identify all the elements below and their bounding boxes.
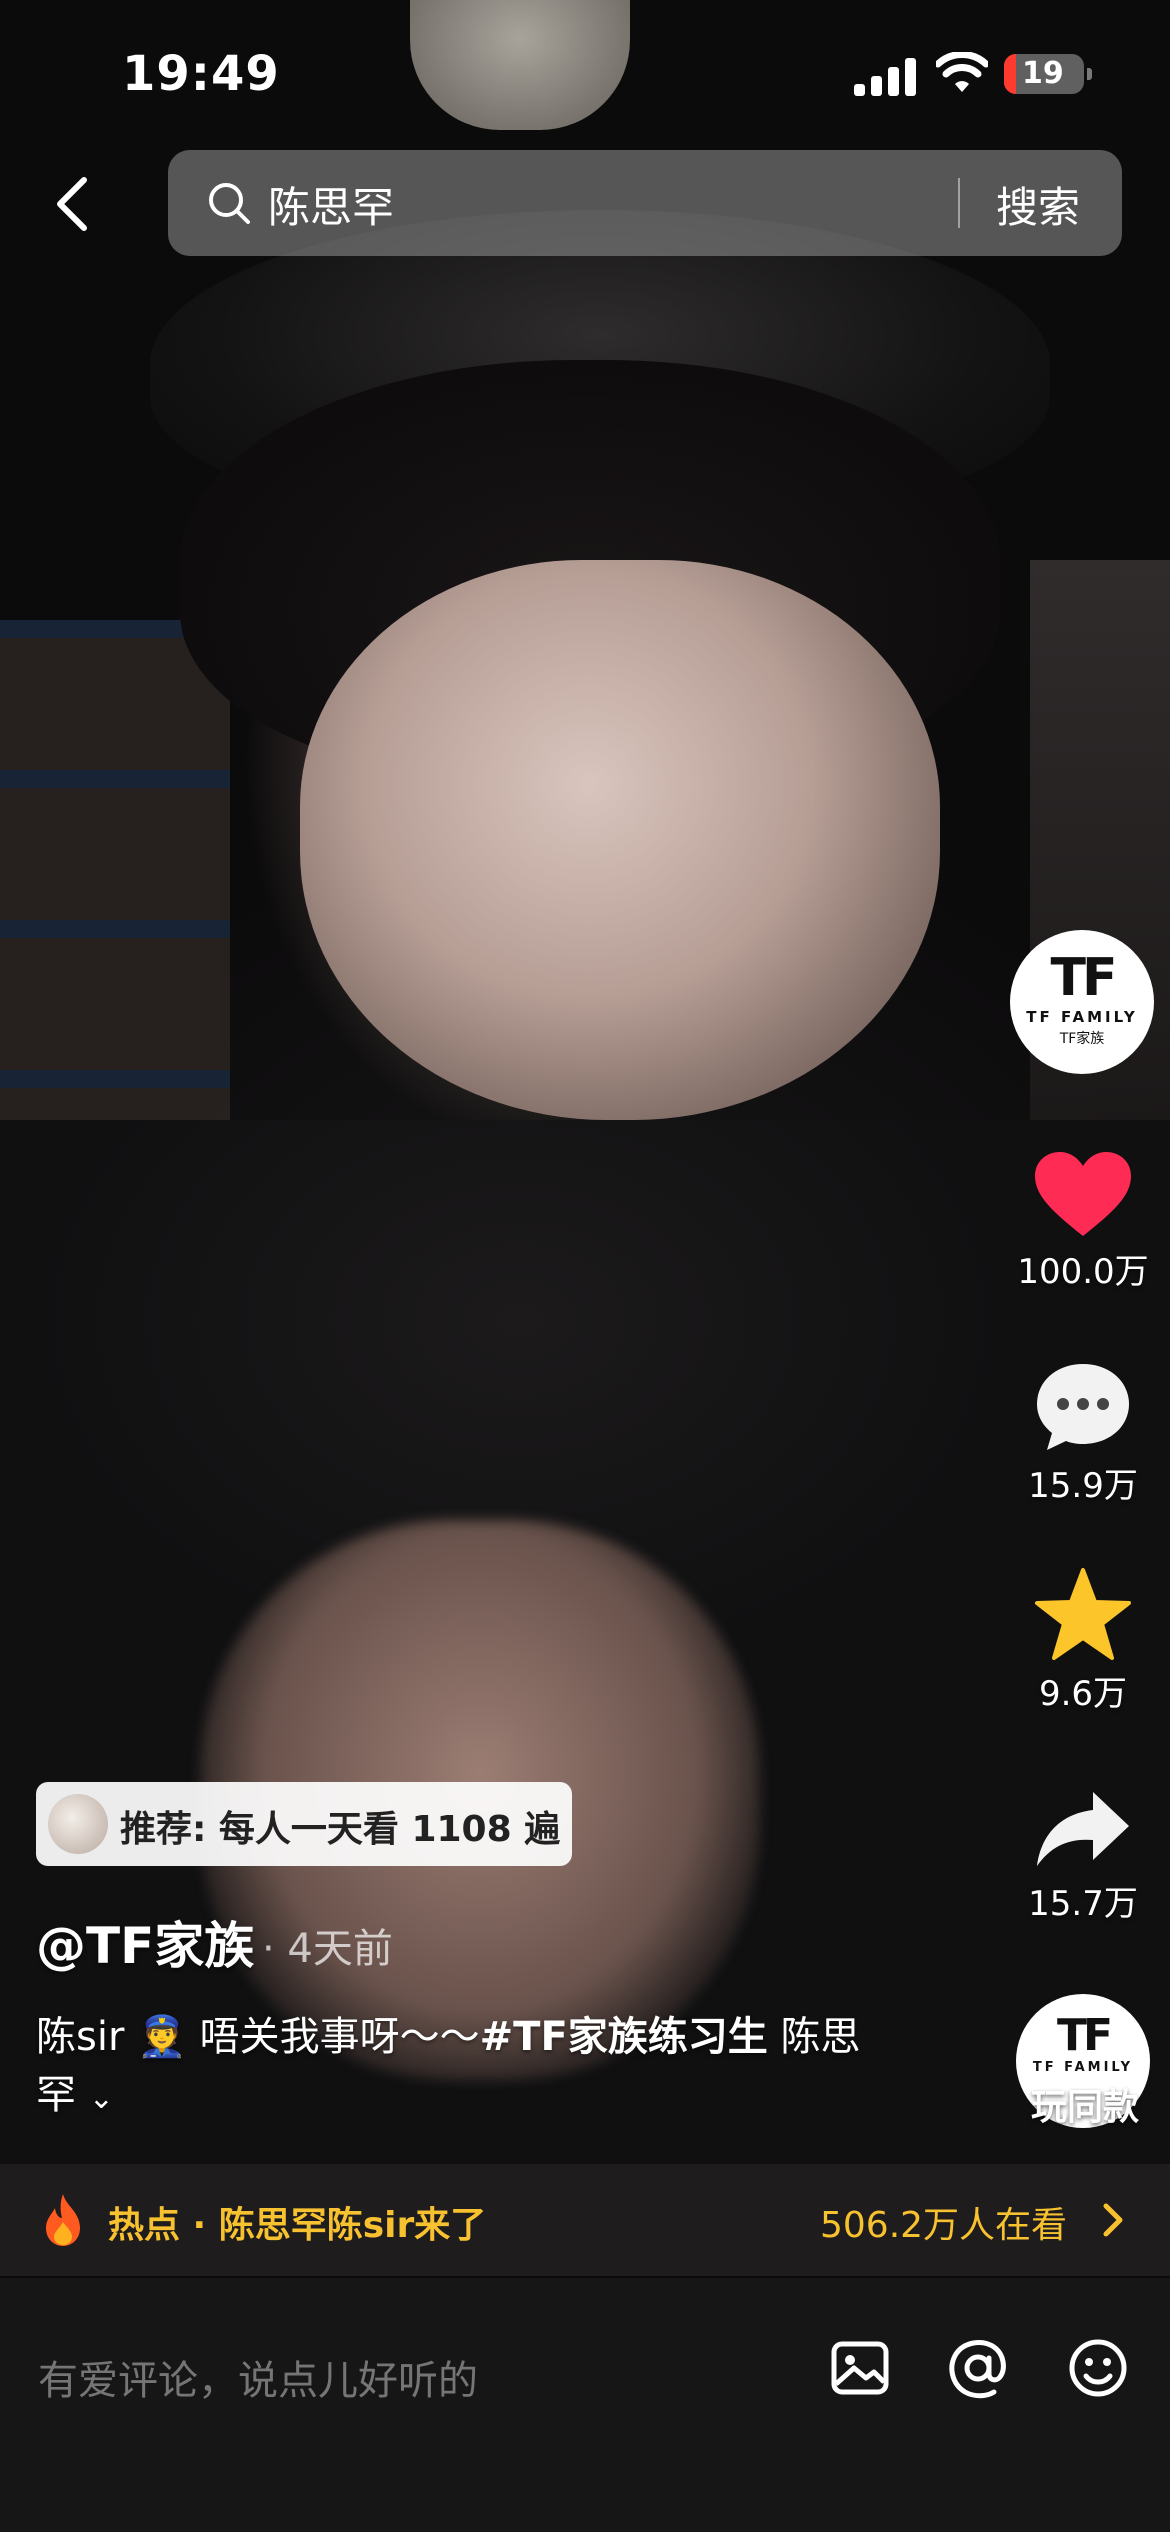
- like-button[interactable]: 100.0万: [998, 1150, 1168, 1293]
- creator-logo-line2: TF家族: [1059, 1031, 1105, 1047]
- favorite-count: 9.6万: [1038, 1674, 1128, 1714]
- share-count: 15.7万: [1028, 1884, 1138, 1924]
- post-time-ago: · 4天前: [262, 1926, 393, 1972]
- background-cabinet: [1030, 560, 1170, 1200]
- hot-topic-label: 热点 · 陈思罕陈sir来了: [108, 2205, 487, 2246]
- comment-count: 15.9万: [1028, 1466, 1138, 1506]
- search-icon: [209, 183, 250, 224]
- hot-topic-bar[interactable]: 热点 · 陈思罕陈sir来了 506.2万人在看: [0, 2164, 1170, 2276]
- search-divider: [958, 178, 960, 228]
- author-name[interactable]: @TF家族: [36, 1906, 254, 1978]
- image-picker-icon[interactable]: [826, 2334, 894, 2402]
- video-subject-face: [300, 560, 940, 1120]
- expand-caption-chevron-icon[interactable]: ⌄: [89, 2081, 114, 2116]
- creator-avatar[interactable]: TF TF FAMILY TF家族: [1010, 930, 1154, 1074]
- search-button[interactable]: 搜索: [996, 174, 1080, 235]
- search-bar[interactable]: 陈思罕 搜索: [168, 150, 1122, 256]
- status-time: 19:49: [122, 46, 280, 102]
- comment-input[interactable]: [36, 2340, 800, 2422]
- favorite-button[interactable]: 9.6万: [998, 1566, 1168, 1715]
- same-style-logo-line1: TF FAMILY: [1032, 2060, 1134, 2075]
- emoji-face-icon[interactable]: [1064, 2334, 1132, 2402]
- creator-logo: TF: [1050, 948, 1118, 1008]
- battery-percent: 19: [1022, 56, 1064, 91]
- battery-indicator: 19: [1004, 54, 1092, 94]
- status-bar: 19:49 19: [0, 0, 1170, 150]
- wifi-icon: [936, 52, 988, 92]
- caption-prefix: 陈sir: [36, 2014, 125, 2060]
- chevron-right-icon: [1103, 2203, 1123, 2237]
- creator-logo-line1: TF FAMILY: [1026, 1008, 1138, 1026]
- comment-input-bar: [0, 2278, 1170, 2532]
- battery-level-fill: [1004, 54, 1016, 94]
- mention-at-icon[interactable]: [944, 2334, 1012, 2402]
- recommender-avatar: [48, 1794, 108, 1854]
- recommend-tag[interactable]: 推荐: 每人一天看 1108 遍: [36, 1782, 572, 1866]
- comment-bubble-icon: [1037, 1364, 1129, 1450]
- like-count: 100.0万: [1017, 1252, 1149, 1292]
- comment-button[interactable]: 15.9万: [998, 1360, 1168, 1507]
- share-button[interactable]: 15.7万: [998, 1786, 1168, 1925]
- cellular-signal-icon: [854, 58, 916, 96]
- caption-hashtag[interactable]: #TF家族练习生: [480, 2014, 768, 2060]
- battery-cap: [1087, 68, 1092, 80]
- star-icon: [1035, 1568, 1131, 1660]
- fire-icon: [46, 2194, 80, 2246]
- hot-topic-viewers: 506.2万人在看: [820, 2205, 1068, 2246]
- caption-text: 唔关我事呀～～: [199, 2014, 480, 2060]
- same-style-label[interactable]: 玩同款: [1000, 2078, 1170, 2130]
- heart-icon: [1035, 1152, 1131, 1236]
- back-arrow-icon[interactable]: [44, 168, 100, 240]
- search-query[interactable]: 陈思罕: [268, 174, 394, 235]
- share-arrow-icon: [1037, 1792, 1129, 1866]
- police-emoji-icon: 👮: [137, 2014, 187, 2060]
- video-caption[interactable]: 陈sir 👮 唔关我事呀～～#TF家族练习生 陈思罕 ⌄: [36, 2008, 896, 2128]
- same-style-logo: TF: [1056, 2010, 1113, 2061]
- recommend-text: 推荐: 每人一天看 1108 遍: [120, 1809, 561, 1850]
